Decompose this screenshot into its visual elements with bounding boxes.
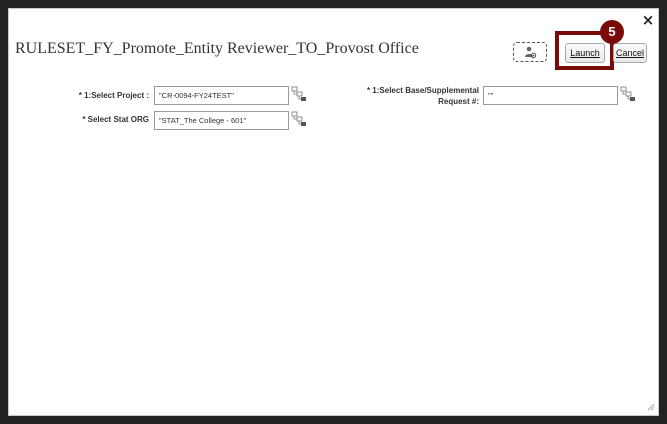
stat-org-lov-icon[interactable] xyxy=(291,111,307,127)
step-badge: 5 xyxy=(600,20,624,44)
base-supplemental-label-line2: Request #: xyxy=(438,97,479,106)
launch-button[interactable]: Launch xyxy=(565,43,605,63)
screenshot-frame: × RULESET_FY_Promote_Entity Reviewer_TO_… xyxy=(0,0,667,424)
select-stat-org-label: * Select Stat ORG xyxy=(82,115,149,124)
user-settings-icon xyxy=(525,46,537,59)
close-icon[interactable]: × xyxy=(640,12,656,28)
dialog-title: RULESET_FY_Promote_Entity Reviewer_TO_Pr… xyxy=(15,40,419,57)
select-project-field[interactable]: "CR-0094-FY24TEST" xyxy=(154,86,289,105)
select-stat-org-field[interactable]: "STAT_The College - 601" xyxy=(154,111,289,130)
user-settings-button[interactable] xyxy=(513,42,547,62)
project-lov-icon[interactable] xyxy=(291,86,307,102)
select-base-supplemental-field[interactable]: "" xyxy=(483,86,618,105)
select-project-label: * 1:Select Project : xyxy=(78,91,149,100)
cancel-button[interactable]: Cancel xyxy=(613,43,647,63)
base-supplemental-lov-icon[interactable] xyxy=(620,86,636,102)
launch-dialog: × RULESET_FY_Promote_Entity Reviewer_TO_… xyxy=(8,8,659,416)
base-supplemental-label-line1: * 1:Select Base/Supplemental xyxy=(366,86,479,95)
resize-grip-icon[interactable] xyxy=(645,401,655,411)
select-base-supplemental-label: * 1:Select Base/Supplemental Request #: xyxy=(349,86,479,106)
